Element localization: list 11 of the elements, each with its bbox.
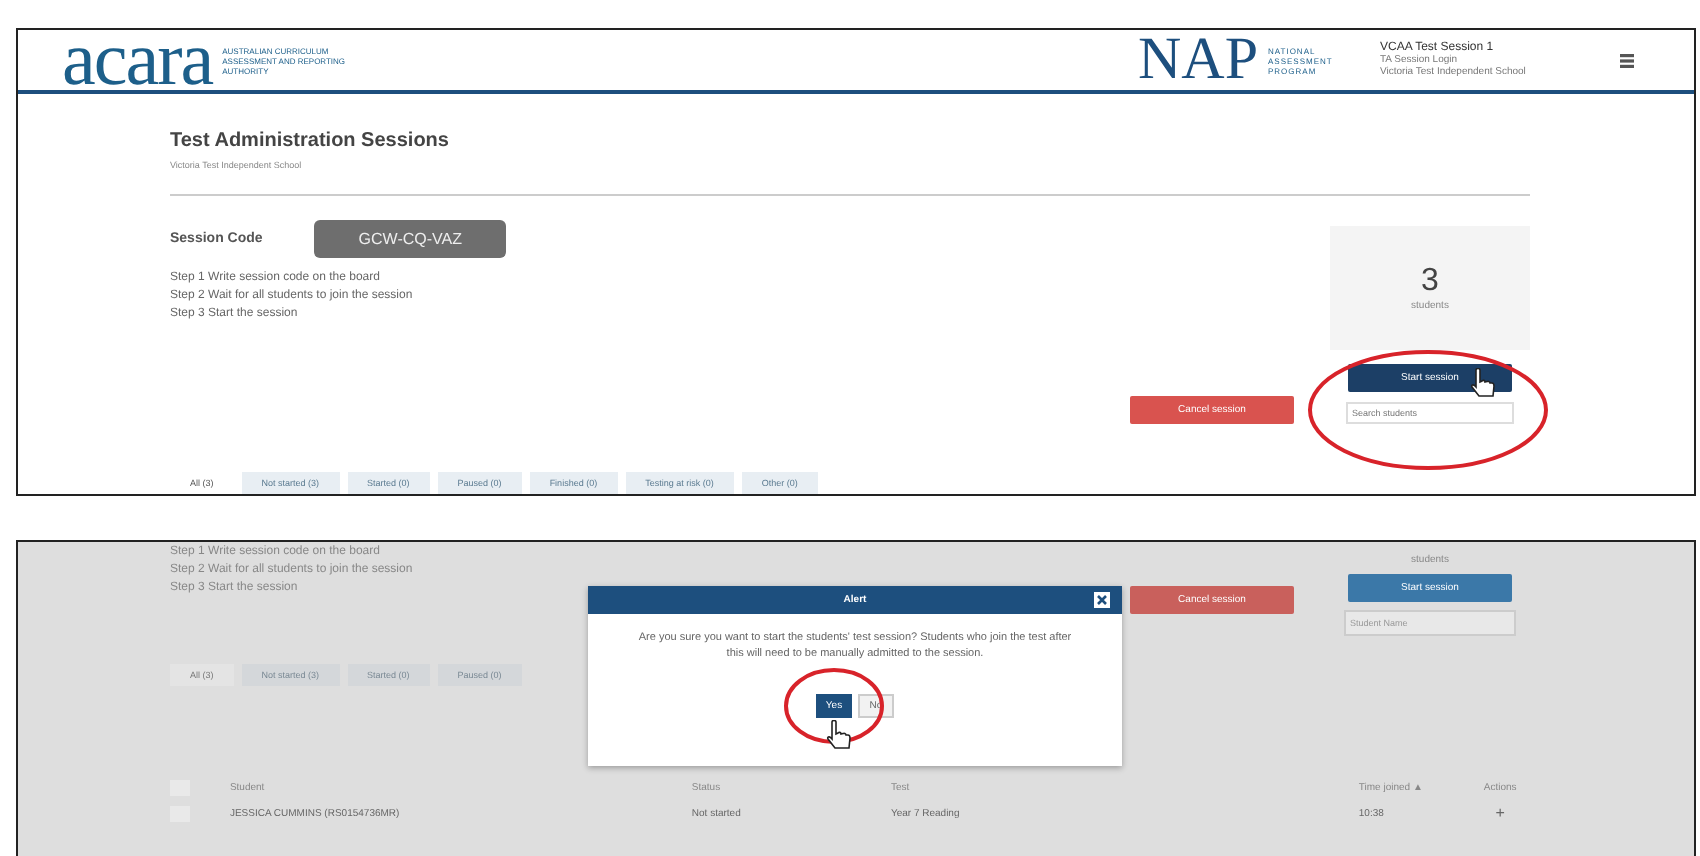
student-count: 3 [1421, 264, 1439, 300]
hand-cursor-icon [824, 720, 852, 750]
program-logo-text: NAP [1137, 32, 1258, 88]
logo-text: acara [62, 30, 213, 90]
highlight-circle [782, 666, 886, 746]
menu-icon [1620, 53, 1634, 67]
hand-cursor-icon [1468, 368, 1496, 398]
add-action[interactable]: + [1470, 804, 1530, 822]
close-icon [1094, 592, 1110, 608]
page-title: Test Administration Sessions [170, 130, 451, 152]
session-code: GCW-CQ-VAZ [314, 220, 506, 258]
